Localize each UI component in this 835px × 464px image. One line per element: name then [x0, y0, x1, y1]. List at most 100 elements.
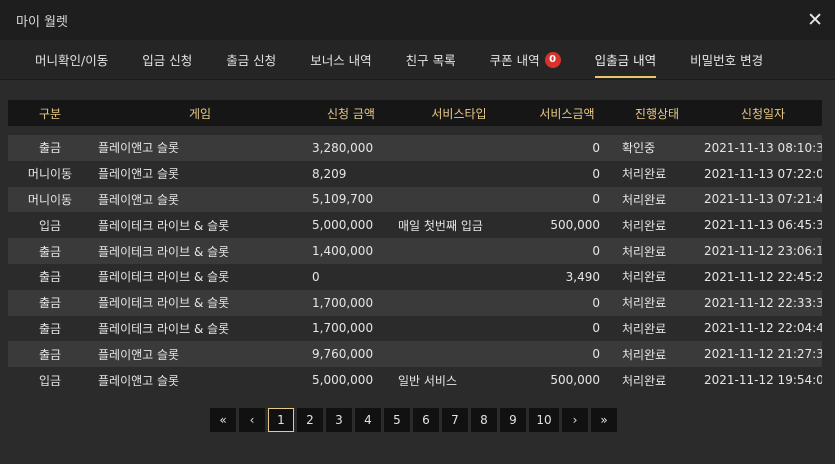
cell-service-amount: 0	[592, 295, 600, 310]
cell-status: 처리완료	[622, 347, 667, 362]
cell-game: 플레이앤고 슬롯	[98, 141, 180, 156]
header-service-type: 서비스타입	[431, 106, 487, 121]
cell-request-date: 2021-11-13 07:22:03	[704, 166, 822, 181]
table-row: 출금 플레이테크 라이브 & 슬롯 1,700,000 0 처리완료 2021-11-12…	[8, 289, 822, 316]
cell-type: 머니이동	[27, 192, 73, 207]
cell-status: 처리완료	[622, 218, 667, 233]
cell-service-type: 매일 첫번째 입금	[398, 218, 483, 233]
cell-service-amount: 0	[592, 321, 600, 336]
table-row: 출금 플레이테크 라이브 & 슬롯 1,400,000 0 처리완료 2021-11-12…	[8, 238, 822, 264]
cell-request-date: 2021-11-12 22:33:30	[704, 295, 822, 310]
header-status: 진행상태	[634, 106, 680, 121]
pagination: «‹ 1 2 3 4 5 6 7 8 9 10 ›»	[210, 408, 617, 432]
page-button-9[interactable]: 9	[500, 408, 526, 432]
cell-status: 처리완료	[622, 321, 667, 336]
cell-game: 플레이앤고 슬롯	[98, 167, 180, 182]
tab-label: 출금 신청	[226, 53, 277, 68]
tab-7[interactable]: 비밀번호 변경	[673, 40, 780, 79]
cell-request-date: 2021-11-12 19:54:06	[704, 373, 822, 388]
tab-4[interactable]: 친구 목록	[389, 40, 473, 79]
table-row: 입금 플레이앤고 슬롯 5,000,000 일반 서비스 500,000 처리완료 2021…	[8, 367, 822, 393]
cell-type: 출금	[38, 347, 62, 362]
cell-service-amount: 0	[592, 347, 600, 362]
page-button-8[interactable]: 8	[471, 408, 497, 432]
wallet-modal: 마이 월렛 ✕ 머니확인/이동 입금 신청 출금 신청 보너스 내역 친구 목록 쿠폰 내…	[0, 0, 835, 464]
cell-status: 처리완료	[622, 244, 667, 259]
tab-label: 입출금 내역	[594, 53, 657, 68]
page-button-6[interactable]: 6	[413, 408, 439, 432]
cell-service-amount: 0	[592, 166, 600, 181]
cell-game: 플레이테크 라이브 & 슬롯	[98, 321, 230, 336]
cell-game: 플레이테크 라이브 & 슬롯	[98, 296, 230, 311]
table-row: 출금 플레이앤고 슬롯 3,280,000 0 확인중 2021-11-13 08:10:…	[8, 135, 822, 161]
cell-request-amount: 1,700,000	[312, 295, 374, 310]
cell-request-date: 2021-11-12 22:04:48	[704, 321, 822, 336]
cell-request-date: 2021-11-12 22:45:23	[704, 269, 822, 284]
tab-label: 친구 목록	[405, 53, 456, 68]
page-button-2[interactable]: 2	[297, 408, 323, 432]
close-icon[interactable]: ✕	[807, 10, 823, 30]
tab-label: 보너스 내역	[310, 53, 372, 68]
cell-request-amount: 0	[312, 269, 320, 284]
last-page-button[interactable]: »	[591, 408, 617, 432]
cell-status: 처리완료	[622, 270, 667, 285]
tab-label: 쿠폰 내역	[489, 53, 540, 68]
header-service-amount: 서비스금액	[539, 106, 595, 121]
tab-2[interactable]: 출금 신청	[209, 40, 293, 79]
cell-request-date: 2021-11-13 06:45:34	[704, 218, 822, 233]
page-button-7[interactable]: 7	[442, 408, 468, 432]
cell-type: 출금	[38, 321, 62, 336]
cell-type: 머니이동	[27, 167, 73, 182]
table-body: 출금 플레이앤고 슬롯 3,280,000 0 확인중 2021-11-13 08:10:…	[8, 135, 822, 393]
cell-type: 입금	[38, 218, 62, 233]
tab-label: 머니확인/이동	[35, 53, 109, 68]
page-button-3[interactable]: 3	[326, 408, 352, 432]
tab-label: 비밀번호 변경	[690, 53, 764, 68]
cell-type: 출금	[38, 270, 62, 285]
cell-request-amount: 9,760,000	[312, 347, 374, 362]
cell-request-amount: 8,209	[312, 166, 347, 181]
page-button-1[interactable]: 1	[268, 408, 294, 432]
cell-service-amount: 0	[592, 192, 600, 207]
first-page-button[interactable]: «	[210, 408, 236, 432]
cell-status: 처리완료	[622, 192, 667, 207]
cell-service-amount: 0	[592, 244, 600, 259]
tab-1[interactable]: 입금 신청	[125, 40, 209, 79]
page-button-4[interactable]: 4	[355, 408, 381, 432]
prev-page-button[interactable]: ‹	[239, 408, 265, 432]
modal-title-bar: 마이 월렛 ✕	[0, 0, 835, 40]
cell-game: 플레이테크 라이브 & 슬롯	[98, 218, 230, 233]
page-button-10[interactable]: 10	[529, 408, 559, 432]
cell-request-amount: 5,109,700	[312, 192, 374, 207]
transaction-table: 구분 게임 신청 금액 서비스타입 서비스금액 진행상태 신청일자 출금 플레이앤고 슬롯 3,…	[8, 100, 822, 393]
cell-request-date: 2021-11-12 23:06:15	[704, 244, 822, 259]
cell-service-amount: 500,000	[550, 218, 600, 233]
cell-type: 출금	[38, 141, 62, 156]
cell-request-amount: 5,000,000	[312, 218, 374, 233]
header-game: 게임	[188, 106, 212, 121]
tab-6[interactable]: 입출금 내역	[578, 40, 673, 79]
tab-5[interactable]: 쿠폰 내역 0	[473, 40, 578, 79]
cell-service-amount: 500,000	[550, 373, 600, 388]
cell-status: 확인중	[622, 141, 656, 156]
table-row: 출금 플레이앤고 슬롯 9,760,000 0 처리완료 2021-11-12 21:27…	[8, 341, 822, 368]
cell-request-date: 2021-11-13 08:10:31	[704, 140, 822, 155]
table-row: 머니이동 플레이앤고 슬롯 8,209 0 처리완료 2021-11-13 07:22:0…	[8, 160, 822, 187]
cell-service-type: 일반 서비스	[398, 373, 458, 388]
table-row: 출금 플레이테크 라이브 & 슬롯 1,700,000 0 처리완료 2021-11-12…	[8, 315, 822, 342]
modal-title: 마이 월렛	[16, 14, 68, 30]
cell-game: 플레이앤고 슬롯	[98, 347, 180, 362]
page-button-5[interactable]: 5	[384, 408, 410, 432]
cell-game: 플레이앤고 슬롯	[98, 373, 180, 388]
cell-type: 입금	[38, 373, 62, 388]
next-page-button[interactable]: ›	[562, 408, 588, 432]
table-header: 구분 게임 신청 금액 서비스타입 서비스금액 진행상태 신청일자	[8, 100, 822, 126]
cell-request-amount: 5,000,000	[312, 373, 374, 388]
header-type: 구분	[38, 106, 62, 121]
tab-0[interactable]: 머니확인/이동	[18, 40, 125, 79]
table-row: 입금 플레이테크 라이브 & 슬롯 5,000,000 매일 첫번째 입금 500,00…	[8, 212, 822, 239]
tab-3[interactable]: 보너스 내역	[293, 40, 388, 79]
cell-type: 출금	[38, 296, 62, 311]
cell-request-date: 2021-11-13 07:21:45	[704, 192, 822, 207]
cell-status: 처리완료	[622, 167, 667, 182]
